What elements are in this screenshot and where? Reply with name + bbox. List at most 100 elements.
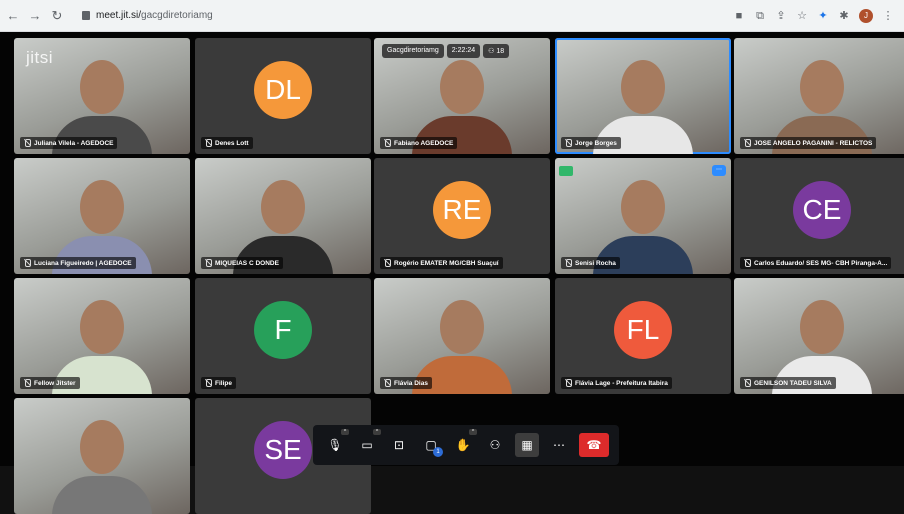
mic-muted-icon — [564, 139, 572, 147]
mic-muted-icon — [564, 379, 572, 387]
participant-name: Carlos Eduardo/ SES MG- CBH Piranga-A... — [754, 259, 888, 267]
participant-name: Rogério EMATER MG/CBH Suaçuí — [394, 259, 499, 267]
chat-badge: 1 — [433, 447, 443, 457]
extension-icon[interactable]: ✦ — [817, 10, 829, 22]
room-name: Gacgdiretoriamg — [382, 44, 444, 58]
participant-tile[interactable]: Fellow Jitster — [14, 278, 190, 394]
mic-muted-icon — [383, 379, 391, 387]
puzzle-icon[interactable]: ✱ — [838, 10, 850, 22]
participant-tile[interactable]: DL Denes Lott — [195, 38, 371, 154]
participant-name: GENILSON TADEU SILVA — [754, 379, 832, 387]
participant-tile[interactable]: F Filipe — [195, 278, 371, 394]
participant-tile[interactable]: MIQUEIAS C DONDE — [195, 158, 371, 274]
participant-name: Fabiano AGEDOCE — [394, 139, 454, 147]
forward-arrow-icon[interactable]: → — [26, 7, 44, 25]
participant-video-face — [621, 60, 665, 114]
participant-name: MIQUEIAS C DONDE — [215, 259, 279, 267]
chevron-up-icon[interactable]: ^ — [373, 429, 381, 435]
meeting-toolbar: 🎙 ^ ▭ ^ ⊡ ▢ 1 ✋ ^ ⚇ ▦ ⋯ ☎ — [313, 425, 619, 465]
participant-name-tag: Denes Lott — [201, 137, 253, 149]
participant-count-value: 18 — [496, 48, 505, 55]
participant-tile[interactable]: Luciana Figueiredo | AGEDOCE — [14, 158, 190, 274]
tile-view-button[interactable]: ▦ — [515, 433, 539, 457]
lock-icon — [82, 11, 90, 20]
tile-more-icon[interactable]: ⋯ — [712, 165, 726, 176]
jitsi-logo: jitsi — [26, 48, 54, 67]
raise-hand-button[interactable]: ✋ ^ — [451, 429, 477, 457]
participant-avatar: RE — [433, 181, 491, 240]
browser-toolbar: ← → ↻ meet.jit.si/gacgdiretoriamg ■ ⧉ ⇪ … — [0, 0, 904, 32]
participant-tile[interactable]: Flávia Dias — [374, 278, 550, 394]
participant-name: Luciana Figueiredo | AGEDOCE — [34, 259, 132, 267]
participant-name-tag: Luciana Figueiredo | AGEDOCE — [20, 257, 136, 269]
participant-video-face — [440, 300, 484, 354]
screenshare-icon: ⊡ — [393, 438, 405, 452]
mic-muted-icon — [204, 379, 212, 387]
url-host: meet.jit.si/ — [96, 10, 142, 21]
microphone-icon: 🎙 — [327, 438, 343, 452]
mic-muted-icon — [743, 259, 751, 267]
room-info: Gacgdiretoriamg 2:22:24 ⚇ 18 — [382, 44, 510, 58]
participant-video-face — [261, 180, 305, 234]
participants-icon: ⚇ — [489, 438, 501, 452]
hangup-button[interactable]: ☎ — [579, 433, 609, 457]
participant-avatar: SE — [254, 421, 312, 480]
participant-name: Juliana Vilela - AGEDOCE — [34, 139, 114, 147]
participants-button[interactable]: ⚇ — [483, 433, 507, 457]
participant-tile[interactable]: Senisi Rocha — [555, 158, 731, 274]
participant-name: JOSE ANGELO PAGANINI - RELICTOS — [754, 139, 873, 147]
chevron-up-icon[interactable]: ^ — [469, 429, 477, 435]
mic-muted-icon — [743, 379, 751, 387]
more-button[interactable]: ⋯ — [547, 433, 571, 457]
mic-muted-icon — [204, 139, 212, 147]
participant-avatar: DL — [254, 61, 312, 120]
menu-kebab-icon[interactable]: ⋮ — [882, 10, 894, 22]
microphone-button[interactable]: 🎙 ^ — [323, 429, 349, 457]
connection-quality-icon[interactable] — [559, 166, 573, 176]
profile-avatar[interactable]: J — [859, 8, 873, 23]
participant-tile[interactable]: FL Flávia Lage - Prefeitura Itabira — [555, 278, 731, 394]
participant-name-tag: Juliana Vilela - AGEDOCE — [20, 137, 118, 149]
tile-view-icon: ▦ — [521, 438, 533, 452]
open-in-icon[interactable]: ⧉ — [754, 10, 766, 22]
chat-button[interactable]: ▢ 1 — [419, 433, 443, 457]
participant-video-face — [621, 180, 665, 234]
mic-muted-icon — [23, 259, 31, 267]
participant-avatar: FL — [614, 301, 672, 360]
participant-name-tag: Rogério EMATER MG/CBH Suaçuí — [380, 257, 503, 269]
more-icon: ⋯ — [553, 438, 565, 452]
mic-muted-icon — [383, 259, 391, 267]
raise-hand-icon: ✋ — [455, 438, 471, 452]
camera-indicator-icon[interactable]: ■ — [733, 10, 745, 22]
participant-video-face — [800, 60, 844, 114]
participant-name-tag: Carlos Eduardo/ SES MG- CBH Piranga-A... — [740, 257, 892, 269]
participant-tile[interactable]: GENILSON TADEU SILVA — [734, 278, 904, 394]
address-bar[interactable]: meet.jit.si/gacgdiretoriamg — [74, 5, 221, 27]
share-icon[interactable]: ⇪ — [775, 10, 787, 22]
camera-button[interactable]: ▭ ^ — [355, 429, 381, 457]
participant-name: Flávia Dias — [394, 379, 428, 387]
screenshare-button[interactable]: ⊡ — [387, 433, 411, 457]
participant-video-face — [80, 180, 124, 234]
participant-name-tag: MIQUEIAS C DONDE — [201, 257, 283, 269]
participant-tile[interactable]: Jorge Borges — [555, 38, 731, 154]
participant-count: ⚇ 18 — [483, 44, 510, 58]
back-arrow-icon[interactable]: ← — [4, 7, 22, 25]
participant-tile[interactable]: JOSE ANGELO PAGANINI - RELICTOS — [734, 38, 904, 154]
chevron-up-icon[interactable]: ^ — [341, 429, 349, 435]
participant-tile[interactable]: RE Rogério EMATER MG/CBH Suaçuí — [374, 158, 550, 274]
participant-tile[interactable]: CE Carlos Eduardo/ SES MG- CBH Piranga-A.… — [734, 158, 904, 274]
url-path: gacgdiretoriamg — [141, 10, 213, 21]
participant-name-tag: Fellow Jitster — [20, 377, 80, 389]
participant-name: Jorge Borges — [575, 139, 617, 147]
participant-name: Fellow Jitster — [34, 379, 76, 387]
participant-avatar: CE — [793, 181, 851, 240]
participant-name-tag: Filipe — [201, 377, 236, 389]
reload-icon[interactable]: ↻ — [48, 7, 66, 25]
participant-tile[interactable] — [14, 398, 190, 514]
participant-name: Filipe — [215, 379, 232, 387]
participant-name-tag: Fabiano AGEDOCE — [380, 137, 458, 149]
participant-name: Denes Lott — [215, 139, 249, 147]
bookmark-star-icon[interactable]: ☆ — [796, 10, 808, 22]
camera-icon: ▭ — [361, 438, 373, 452]
